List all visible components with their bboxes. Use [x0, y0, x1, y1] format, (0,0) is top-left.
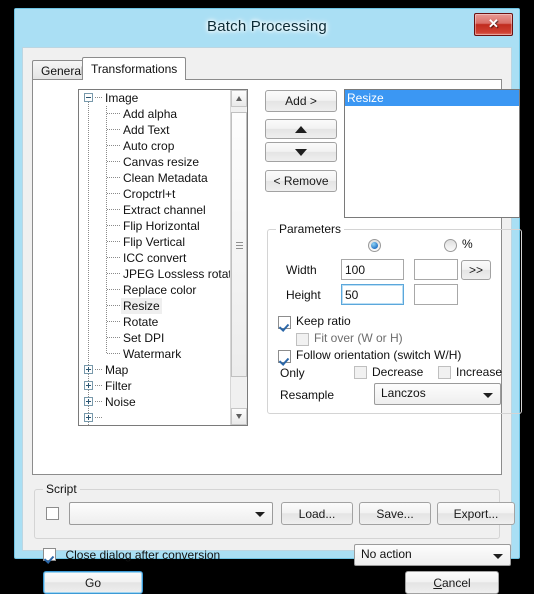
resample-combobox[interactable]: Lanczos [374, 383, 501, 405]
tree-item-extract-channel[interactable]: Extract channel [79, 202, 230, 218]
grip-icon [236, 242, 243, 249]
height-percent-input[interactable] [414, 284, 458, 305]
cancel-button-label: ancel [441, 575, 471, 590]
parameters-group: Parameters % Width >> Height Keep ratio … [267, 222, 522, 414]
keep-ratio-label: Keep ratio [296, 314, 351, 328]
fit-over-label: Fit over (W or H) [314, 331, 403, 345]
post-action-combobox[interactable]: No action [354, 544, 511, 566]
collapse-icon[interactable] [84, 93, 93, 102]
title-bar: Batch Processing ✕ [15, 9, 519, 47]
tree-item-rotate[interactable]: Rotate [79, 314, 230, 330]
script-group: Script Load... Save... Export... [34, 482, 515, 539]
tree-item-watermark[interactable]: Watermark [79, 346, 230, 362]
tab-strip: General Transformations [32, 57, 502, 80]
cancel-button[interactable]: Cancel [405, 571, 499, 594]
script-enable-checkbox[interactable] [46, 507, 59, 520]
script-combobox[interactable] [69, 502, 273, 525]
tree-item-canvas-resize[interactable]: Canvas resize [79, 154, 230, 170]
tree-item-crop[interactable]: Cropctrl+t [79, 186, 230, 202]
post-action-value: No action [361, 547, 412, 561]
width-input[interactable] [341, 259, 404, 280]
scrollbar-thumb[interactable] [231, 112, 247, 377]
tree-node-image[interactable]: Image [79, 90, 230, 106]
close-after-conversion-row: Close dialog after conversion [43, 546, 220, 564]
window-title: Batch Processing [207, 18, 327, 35]
tree-item-flip-horizontal[interactable]: Flip Horizontal [79, 218, 230, 234]
radio-absolute-size[interactable] [368, 239, 381, 252]
swap-dimensions-button[interactable]: >> [461, 260, 491, 280]
selected-transformations-list[interactable]: Resize [344, 89, 520, 218]
only-increase-checkbox[interactable] [438, 366, 451, 379]
tree-node-map[interactable]: Map [79, 362, 230, 378]
only-label: Only [280, 366, 305, 380]
triangle-up-icon [295, 126, 307, 134]
tree-item-add-text[interactable]: Add Text [79, 122, 230, 138]
width-percent-input[interactable] [414, 259, 458, 280]
tree-item-add-alpha[interactable]: Add alpha [79, 106, 230, 122]
tree-node-filter[interactable]: Filter [79, 378, 230, 394]
chevron-down-icon [483, 393, 493, 398]
radio-percent-size[interactable] [444, 239, 457, 252]
chevron-up-icon [236, 96, 242, 101]
tree-item-jpeg-lossless-rotation[interactable]: JPEG Lossless rotation [79, 266, 230, 282]
tab-transformations[interactable]: Transformations [82, 57, 187, 80]
tree-item-auto-crop[interactable]: Auto crop [79, 138, 230, 154]
only-decrease-label: Decrease [372, 365, 424, 379]
width-label: Width [286, 263, 317, 277]
scroll-up-button[interactable] [231, 90, 247, 107]
export-script-button[interactable]: Export... [437, 502, 515, 525]
transformations-tab-page: Image Add alpha Add Text Auto crop Canva… [32, 79, 522, 475]
load-script-button[interactable]: Load... [281, 502, 353, 525]
percent-label: % [462, 237, 473, 251]
move-up-button[interactable] [265, 119, 337, 139]
parameters-legend: Parameters [276, 222, 345, 236]
tree-item-clean-metadata[interactable]: Clean Metadata [79, 170, 230, 186]
follow-orientation-checkbox[interactable] [278, 350, 291, 363]
close-window-button[interactable]: ✕ [474, 13, 513, 36]
expand-icon[interactable] [84, 413, 93, 422]
remove-transformation-button[interactable]: < Remove [265, 170, 337, 192]
chevron-down-icon [255, 512, 265, 517]
tree-scroll-area: Image Add alpha Add Text Auto crop Canva… [79, 90, 230, 425]
only-decrease-checkbox[interactable] [354, 366, 367, 379]
expand-icon[interactable] [84, 365, 93, 374]
tree-item-replace-color[interactable]: Replace color [79, 282, 230, 298]
resample-value: Lanczos [381, 386, 426, 400]
triangle-down-icon [295, 149, 307, 157]
expand-icon[interactable] [84, 381, 93, 390]
tree-item-icc-convert[interactable]: ICC convert [79, 250, 230, 266]
script-legend: Script [43, 482, 80, 496]
go-button[interactable]: Go [43, 571, 143, 594]
move-down-button[interactable] [265, 142, 337, 162]
scroll-down-button[interactable] [231, 408, 247, 425]
tree-node-noise[interactable]: Noise [79, 394, 230, 410]
tree-item-set-dpi[interactable]: Set DPI [79, 330, 230, 346]
batch-processing-window: Batch Processing ✕ General Transformatio… [14, 8, 522, 594]
follow-orientation-label: Follow orientation (switch W/H) [296, 348, 462, 362]
close-after-conversion-checkbox[interactable] [43, 548, 56, 561]
close-after-conversion-label: Close dialog after conversion [65, 548, 221, 562]
list-item[interactable]: Resize [345, 90, 519, 106]
expand-icon[interactable] [84, 397, 93, 406]
save-script-button[interactable]: Save... [359, 502, 431, 525]
tree-item-flip-vertical[interactable]: Flip Vertical [79, 234, 230, 250]
chevron-down-icon [236, 414, 242, 419]
fit-over-checkbox[interactable] [296, 333, 309, 346]
tree-item-resize[interactable]: Resize [79, 298, 230, 314]
tree-vertical-scrollbar[interactable] [230, 90, 247, 425]
height-input[interactable] [341, 284, 404, 305]
tree-node-partial[interactable] [79, 410, 230, 425]
add-transformation-button[interactable]: Add > [265, 90, 337, 112]
keep-ratio-checkbox[interactable] [278, 316, 291, 329]
window-client-area: General Transformations Image Add alpha [22, 47, 522, 594]
chevron-down-icon [493, 554, 503, 559]
transformation-tree[interactable]: Image Add alpha Add Text Auto crop Canva… [78, 89, 248, 426]
height-label: Height [286, 288, 321, 302]
only-increase-label: Increase [456, 365, 503, 379]
resample-label: Resample [280, 388, 335, 402]
close-icon: ✕ [488, 16, 499, 31]
